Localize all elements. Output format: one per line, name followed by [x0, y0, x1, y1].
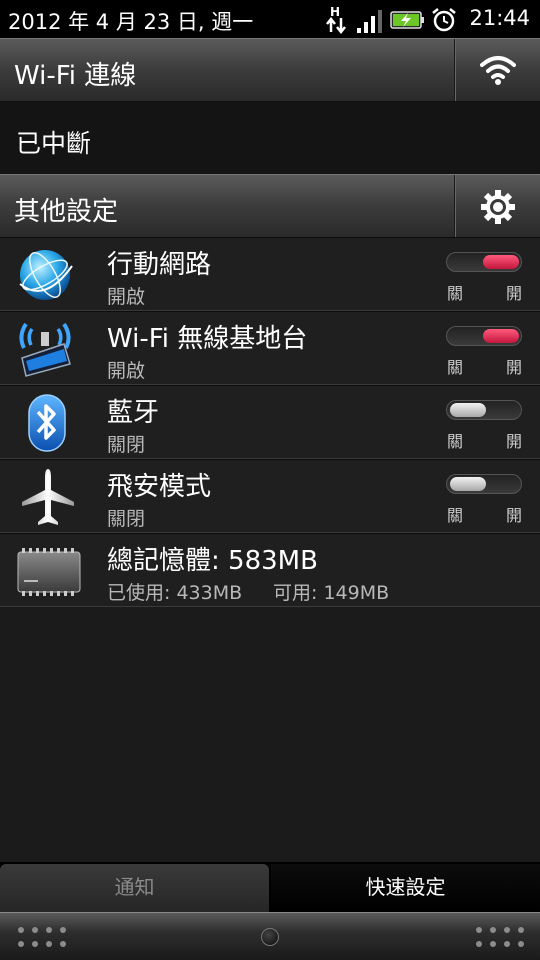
other-settings-title: 其他設定 [14, 197, 119, 227]
memory-total: 總記憶體: 583MB [107, 546, 318, 576]
wifi-status-row[interactable]: 已中斷 [0, 102, 540, 174]
data-transfer-icon: H [326, 4, 348, 40]
toggle-knob [483, 255, 519, 269]
grip-dot [504, 941, 510, 947]
toggle-off-label: 關 [447, 358, 464, 377]
other-settings-header: 其他設定 [0, 174, 540, 238]
wifi-section-header[interactable]: Wi-Fi 連線 [0, 38, 540, 102]
row-title: 行動網路 [107, 250, 212, 280]
memory-used: 已使用: 433MB [107, 582, 243, 604]
status-date: 2012 年 4 月 23 日, 週一 [8, 10, 254, 34]
mobile-network-row[interactable]: 行動網路 開啟 關 開 [0, 237, 540, 311]
grip-dot [46, 941, 52, 947]
toggle-on-label: 開 [506, 506, 523, 525]
memory-row[interactable]: 總記憶體: 583MB 已使用: 433MB 可用: 149MB [0, 533, 540, 607]
status-bar: 2012 年 4 月 23 日, 週一 H 21:44 [0, 0, 540, 38]
bluetooth-toggle[interactable] [446, 400, 522, 420]
grip-dot [490, 941, 496, 947]
row-subtitle: 開啟 [107, 286, 146, 308]
grip-dot [32, 927, 38, 933]
toggle-on-label: 開 [506, 432, 523, 451]
grip-dot [476, 941, 482, 947]
row-title: Wi-Fi 無線基地台 [107, 324, 308, 354]
network-type-label: H [330, 5, 340, 19]
memory-available: 可用: 149MB [273, 582, 390, 604]
toggle-on-label: 開 [506, 358, 523, 377]
signal-icon [356, 8, 384, 38]
panel-drag-handle[interactable] [0, 912, 540, 960]
airplane-icon [14, 466, 84, 528]
grip-dot [32, 941, 38, 947]
settings-gear-button[interactable] [454, 175, 540, 237]
row-subtitle: 關閉 [107, 434, 146, 456]
toggle-off-label: 關 [447, 432, 464, 451]
gear-icon [481, 190, 515, 224]
tab-notifications[interactable]: 通知 [0, 864, 269, 912]
memory-chip-icon [14, 540, 84, 602]
toggle-off-label: 關 [447, 284, 464, 303]
airplane-mode-row[interactable]: 飛安模式 關閉 關 開 [0, 459, 540, 533]
row-subtitle: 開啟 [107, 360, 146, 382]
toggle-knob [450, 403, 486, 417]
grip-dot [60, 927, 66, 933]
grip-dot [518, 941, 524, 947]
row-title: 飛安模式 [107, 472, 212, 502]
toggle-off-label: 關 [447, 506, 464, 525]
grip-dot [46, 927, 52, 933]
wifi-icon [480, 56, 516, 85]
bluetooth-row[interactable]: 藍牙 關閉 關 開 [0, 385, 540, 459]
tab-quick-settings[interactable]: 快速設定 [271, 864, 540, 912]
wifi-hotspot-toggle[interactable] [446, 326, 522, 346]
row-title: 藍牙 [107, 398, 160, 428]
toggle-knob [483, 329, 519, 343]
airplane-mode-toggle[interactable] [446, 474, 522, 494]
wifi-hotspot-row[interactable]: Wi-Fi 無線基地台 開啟 關 開 [0, 311, 540, 385]
wifi-status-text: 已中斷 [16, 129, 92, 158]
grip-dot [18, 927, 24, 933]
grip-dot [18, 941, 24, 947]
wifi-section-title: Wi-Fi 連線 [14, 61, 137, 91]
hotspot-icon [14, 318, 84, 380]
wifi-settings-button[interactable] [454, 39, 540, 101]
battery-charging-icon [390, 10, 426, 34]
tab-bar: 通知 快速設定 [0, 862, 540, 912]
grip-dot [518, 927, 524, 933]
globe-icon [14, 244, 84, 306]
alarm-icon [431, 7, 457, 37]
toggle-on-label: 開 [506, 284, 523, 303]
bluetooth-icon [14, 392, 84, 454]
toggle-knob [450, 477, 486, 491]
handle-knob[interactable] [261, 928, 279, 946]
row-subtitle: 關閉 [107, 508, 146, 530]
grip-dot [490, 927, 496, 933]
status-time: 21:44 [469, 6, 530, 30]
grip-dot [476, 927, 482, 933]
grip-dot [60, 941, 66, 947]
mobile-network-toggle[interactable] [446, 252, 522, 272]
grip-dot [504, 927, 510, 933]
